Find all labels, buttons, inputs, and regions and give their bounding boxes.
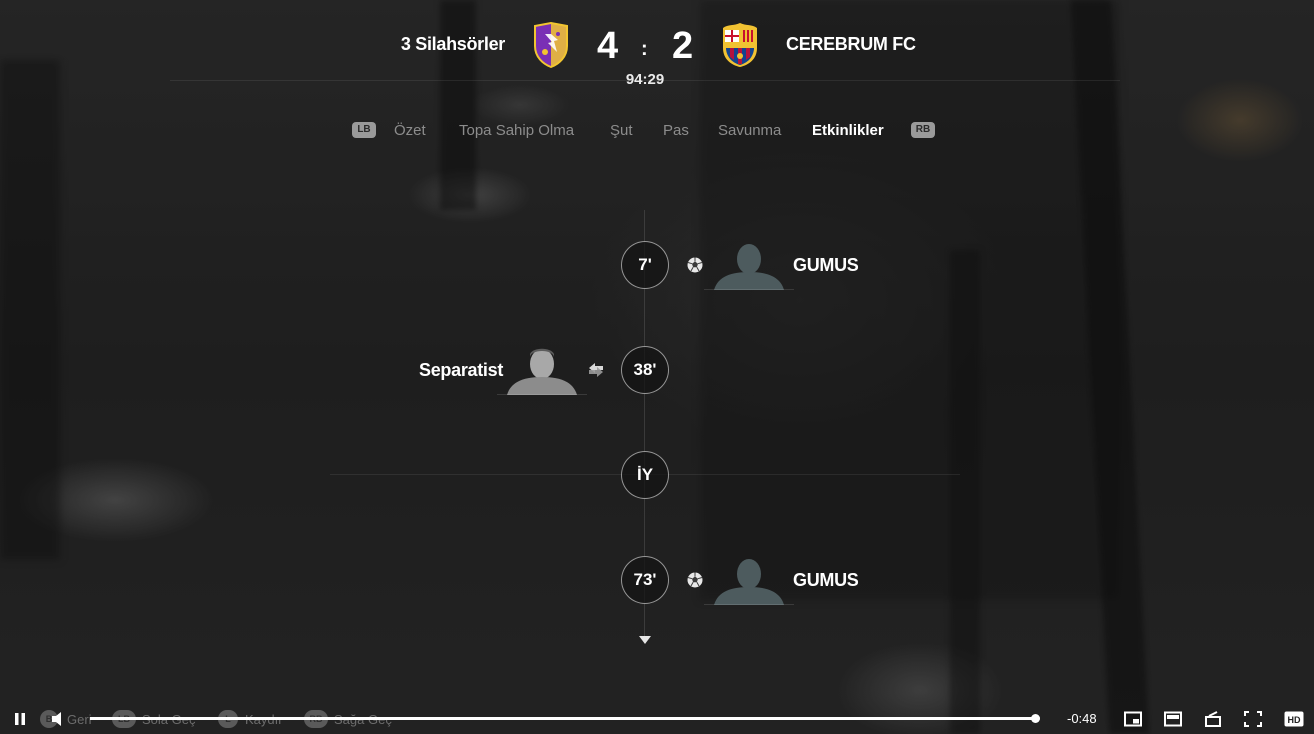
home-team-crest-icon — [531, 21, 571, 69]
tab-etkinlikler[interactable]: Etkinlikler — [812, 122, 884, 139]
tab-sut[interactable]: Şut — [610, 122, 633, 139]
stats-tabs: LB Özet Topa Sahip Olma Şut Pas Savunma … — [0, 120, 1314, 142]
tab-pas[interactable]: Pas — [663, 122, 689, 139]
theater-mode-icon[interactable] — [1164, 711, 1182, 727]
player-avatar — [704, 240, 794, 290]
player-avatar — [704, 555, 794, 605]
rb-button-icon[interactable]: RB — [911, 122, 935, 138]
score-separator: : — [641, 38, 648, 60]
tab-ozet[interactable]: Özet — [394, 122, 426, 139]
substitution-icon — [587, 361, 605, 379]
event-minute: 73' — [621, 556, 669, 604]
event-minute: 7' — [621, 241, 669, 289]
player-avatar — [497, 345, 587, 395]
event-player-name: GUMUS — [793, 570, 859, 590]
home-score: 4 — [597, 25, 619, 67]
fullscreen-icon[interactable] — [1244, 711, 1262, 727]
ball-icon — [686, 571, 704, 589]
pause-icon[interactable] — [12, 711, 30, 727]
progress-bar[interactable] — [90, 714, 1040, 723]
picture-in-picture-icon[interactable] — [1124, 711, 1142, 727]
video-player-controls: -0:48 HD — [0, 700, 1314, 734]
lb-button-icon[interactable]: LB — [352, 122, 376, 138]
ball-icon — [686, 256, 704, 274]
event-player-name: Separatist — [419, 360, 504, 380]
event-player-name: GUMUS — [793, 255, 859, 275]
home-team-name: 3 Silahsörler — [400, 34, 505, 54]
tab-savunma[interactable]: Savunma — [718, 122, 781, 139]
away-team-crest-icon — [720, 22, 760, 68]
away-score: 2 — [672, 25, 694, 67]
event-minute: 38' — [621, 346, 669, 394]
progress-handle[interactable] — [1030, 714, 1040, 723]
time-remaining: -0:48 — [1067, 711, 1097, 726]
cast-icon[interactable] — [1204, 711, 1222, 727]
hd-quality-icon[interactable]: HD — [1284, 711, 1304, 727]
match-header: 3 Silahsörler 4 : 2 CEREBRUM FC 94:29 — [0, 0, 1314, 100]
half-time-marker: İY — [621, 451, 669, 499]
away-team-name: CEREBRUM FC — [786, 34, 916, 54]
scroll-down-icon[interactable] — [639, 636, 651, 644]
svg-text:HD: HD — [1288, 715, 1301, 725]
tab-topa-sahip-olma[interactable]: Topa Sahip Olma — [459, 122, 574, 139]
progress-fill — [90, 717, 1036, 720]
header-divider — [170, 80, 1120, 81]
volume-icon[interactable] — [50, 711, 68, 727]
